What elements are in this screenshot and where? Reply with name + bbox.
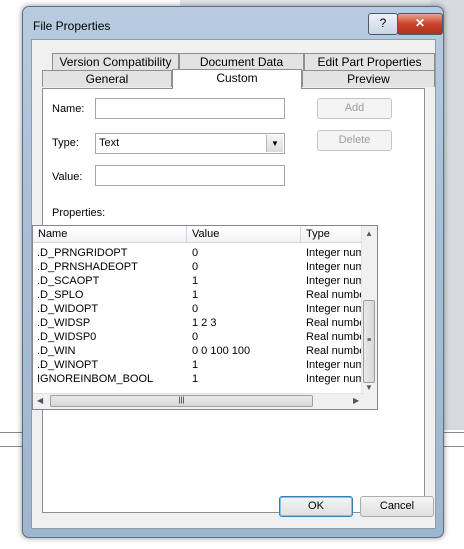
row-value-cell: 0 [192,261,199,273]
tab-edit-part-properties[interactable]: Edit Part Properties [304,53,435,70]
row-type-cell: Real number [306,317,369,329]
row-name-cell: .D_SPLO [37,289,84,301]
table-row[interactable]: .D_WIDOPT 0 Integer number [33,302,377,316]
vertical-scrollbar[interactable]: ▲ ≡ ▼ [361,226,377,394]
table-row[interactable]: .D_WIDSP 1 2 3 Real number [33,316,369,330]
vertical-scroll-thumb[interactable]: ≡ [363,300,375,383]
dialog-title: File Properties [33,19,111,33]
scroll-down-icon[interactable]: ▼ [365,383,373,392]
row-value-cell: 1 2 3 [192,317,217,329]
row-value-cell: 1 [192,359,199,371]
row-value-cell: 1 [192,275,199,287]
row-name-cell: .D_WINOPT [37,359,99,371]
tab-version-compatibility[interactable]: Version Compatibility [52,53,179,70]
scrollbar-corner [362,394,377,409]
row-value-cell: 0 [192,247,199,259]
table-row[interactable]: .D_WINOPT 1 Integer number [33,358,377,372]
row-type-cell: Real number [306,331,369,343]
close-button[interactable]: ✕ [397,13,443,35]
row-name-cell: .D_WIDOPT [37,303,99,315]
row-name-cell: IGNOREINBOM_BOOL [37,373,154,385]
tab-preview[interactable]: Preview [302,70,435,87]
row-value-cell: 0 0 100 100 [192,345,251,357]
type-selected-value: Text [99,137,120,149]
row-type-cell: Real number [306,345,369,357]
table-row[interactable]: IGNOREINBOM_BOOL 1 Integer number [33,372,377,386]
table-row[interactable]: .D_WIN 0 0 100 100 Real number [33,344,369,358]
type-label: Type: [52,137,79,149]
row-name-cell: .D_WIDSP [37,317,91,329]
add-button[interactable]: Add [317,98,392,119]
cancel-button[interactable]: Cancel [360,496,434,517]
row-name-cell: .D_WIN [37,345,76,357]
horizontal-scroll-thumb[interactable]: ||| [50,395,313,407]
horizontal-scrollbar[interactable]: ◀ ||| ▶ [33,393,364,409]
row-name-cell: .D_PRNSHADEOPT [37,261,138,273]
chevron-down-icon[interactable]: ▼ [266,135,283,152]
scroll-up-icon[interactable]: ▲ [365,229,373,238]
tab-document-data[interactable]: Document Data [179,53,304,70]
table-row[interactable]: .D_SCAOPT 1 Integer number [33,274,377,288]
row-value-cell: 0 [192,331,199,343]
table-row[interactable]: .D_WIDSP0 0 Real number [33,330,369,344]
name-label: Name: [52,103,85,115]
tab-custom[interactable]: Custom [172,69,302,89]
row-name-cell: .D_WIDSP0 [37,331,97,343]
type-dropdown[interactable]: Text ▼ [95,133,285,154]
name-field[interactable] [95,98,285,119]
row-value-cell: 1 [192,289,199,301]
tab-general[interactable]: General [42,70,172,87]
delete-button[interactable]: Delete [317,130,392,151]
help-button[interactable]: ? [368,13,398,35]
scroll-left-icon[interactable]: ◀ [37,396,43,405]
row-type-cell: Real number [306,289,369,301]
properties-list[interactable]: Name Value Type .D_PRNGRIDOPT 0 Integer nu… [32,225,378,410]
value-label: Value: [52,171,83,183]
properties-label: Properties: [52,207,106,219]
row-value-cell: 1 [192,373,199,385]
ok-button[interactable]: OK [279,496,353,517]
column-header-value[interactable]: Value [187,226,301,243]
row-value-cell: 0 [192,303,199,315]
row-name-cell: .D_PRNGRIDOPT [37,247,128,259]
table-row[interactable]: .D_SPLO 1 Real number [33,288,369,302]
scroll-right-icon[interactable]: ▶ [353,396,359,405]
table-row[interactable]: .D_PRNSHADEOPT 0 Integer number [33,260,377,274]
value-field[interactable] [95,165,285,186]
column-header-type[interactable]: Type [301,226,364,243]
row-name-cell: .D_SCAOPT [37,275,100,287]
column-header-name[interactable]: Name [33,226,187,243]
table-row[interactable]: .D_PRNGRIDOPT 0 Integer number [33,246,377,260]
